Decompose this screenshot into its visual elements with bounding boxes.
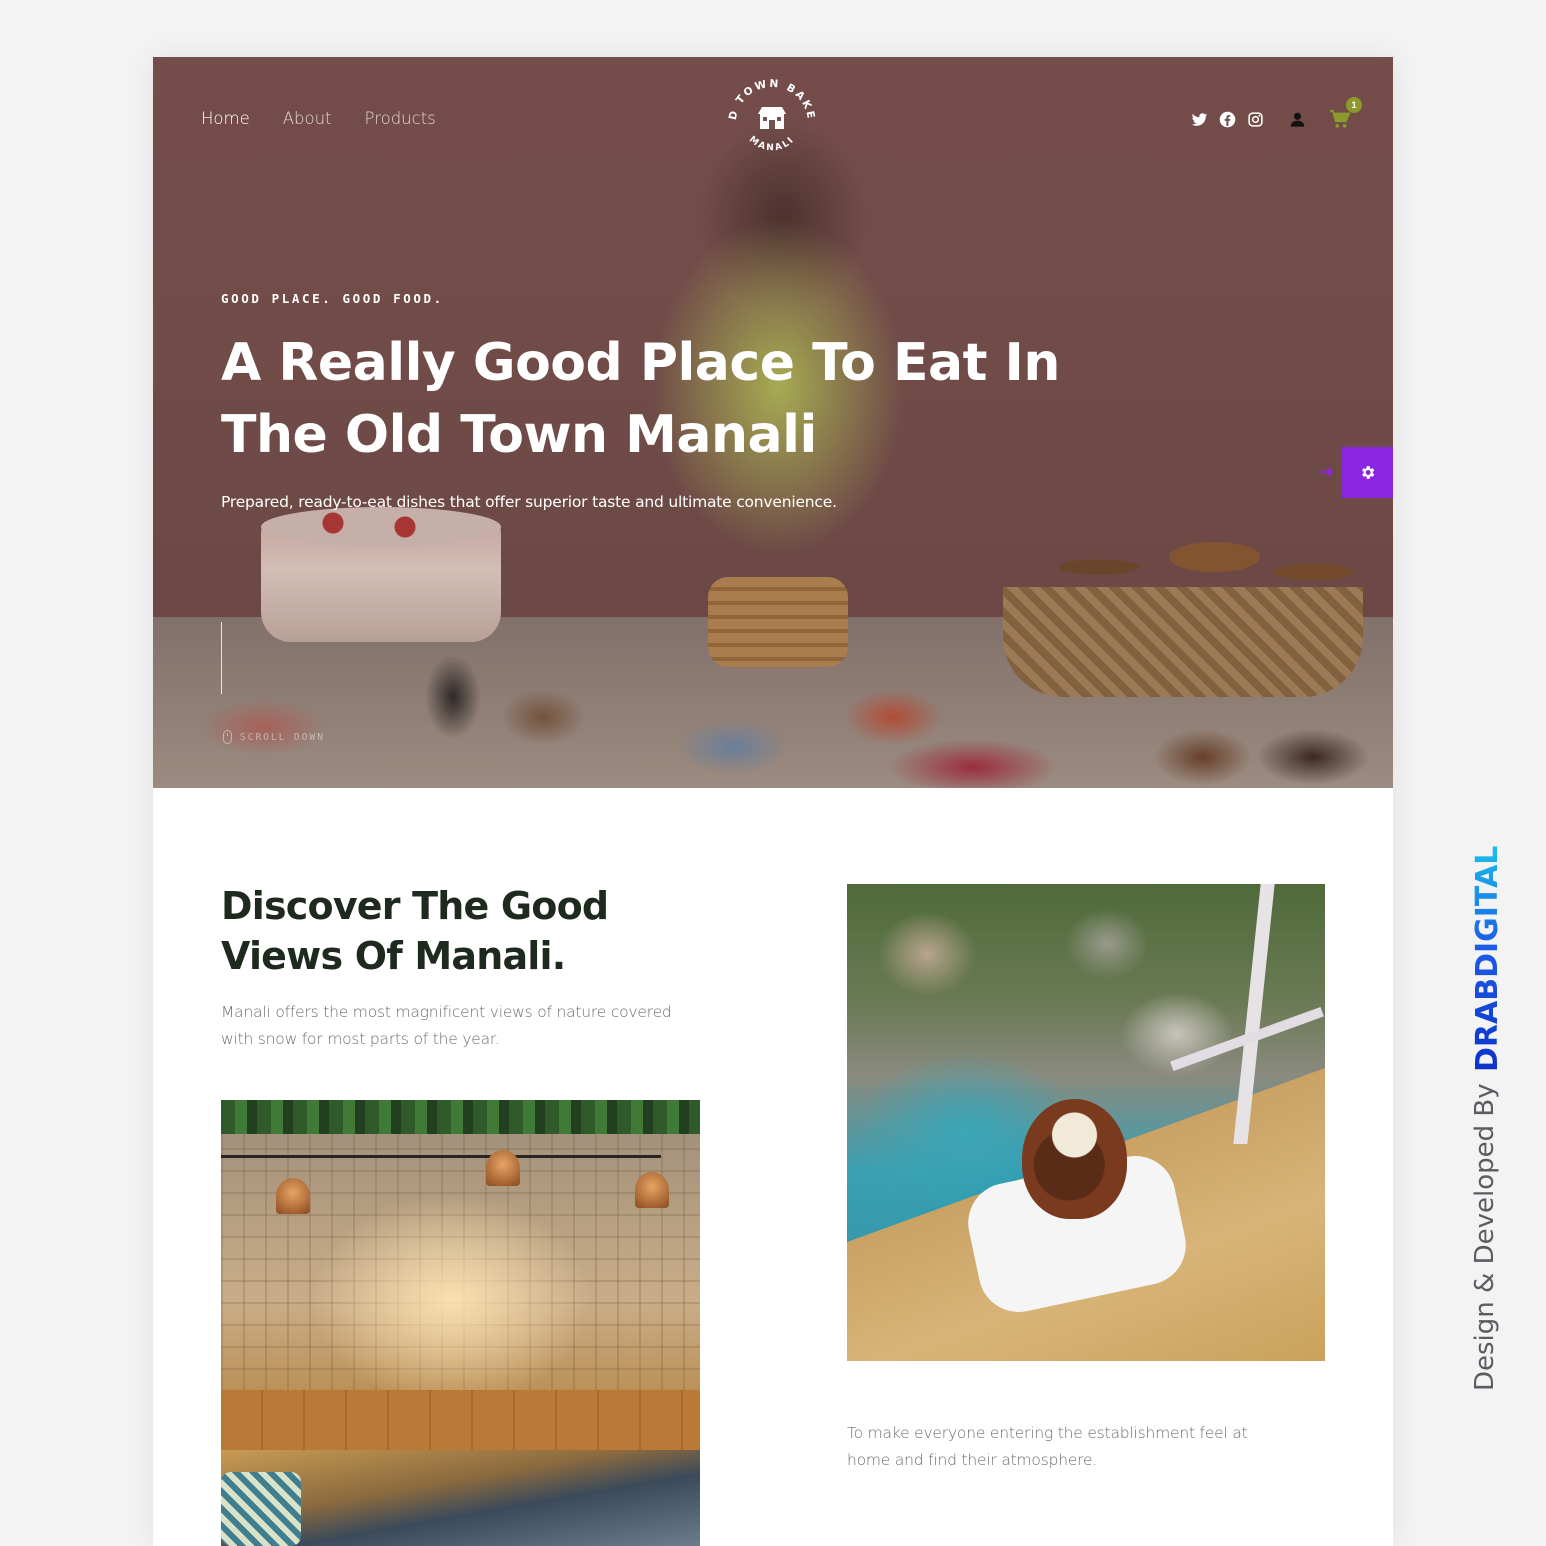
instagram-icon[interactable] (1247, 111, 1264, 128)
nav-about[interactable]: About (283, 109, 332, 128)
lamp-icon (486, 1150, 520, 1186)
railing (1233, 884, 1275, 1144)
credit-brand-text: DRABDIGITAL (1470, 845, 1505, 1072)
scroll-line (221, 622, 222, 694)
about-text-secondary: To make everyone entering the establishm… (847, 1424, 1248, 1469)
gear-icon (1362, 466, 1375, 479)
bakery-logo[interactable]: OLD TOWN BAKERY MANALI (716, 62, 822, 171)
credit-prefix: Design & Developed By (1470, 1083, 1506, 1393)
lamp-icon (635, 1172, 669, 1208)
credit-prefix-text: Design & Developed By (1470, 1083, 1500, 1391)
facebook-icon[interactable] (1219, 111, 1236, 128)
scroll-down-label: SCROLL DOWN (240, 731, 325, 743)
cart-icon (1330, 109, 1351, 128)
hero-section: Home About Products OLD TOWN BAKERY MANA… (153, 57, 1393, 788)
cart-count-badge: 1 (1346, 97, 1362, 113)
nav-products[interactable]: Products (365, 109, 436, 128)
arrow-right-icon[interactable] (1319, 464, 1335, 480)
hero-eyebrow: GOOD PLACE. GOOD FOOD. (221, 291, 444, 306)
page: Home About Products OLD TOWN BAKERY MANA… (153, 57, 1393, 1546)
logo-bottom-text: MANALI (747, 135, 795, 154)
shop-icon (758, 107, 786, 129)
lamp-bar (221, 1155, 661, 1158)
about-title: Discover The Good Views Of Manali. (221, 884, 609, 978)
scroll-down-link[interactable]: SCROLL DOWN (223, 730, 325, 744)
about-text: Manali offers the most magnificent views… (221, 1003, 672, 1048)
cart-button[interactable]: 1 (1329, 97, 1362, 131)
user-icon[interactable] (1289, 111, 1306, 128)
patterned-chair (221, 1472, 301, 1546)
main-nav: Home About Products (201, 109, 436, 128)
twitter-icon[interactable] (1191, 111, 1208, 128)
header-icons (1191, 111, 1306, 128)
hero-title: A Really Good Place To Eat In The Old To… (221, 333, 1060, 465)
sundae (1022, 1099, 1127, 1219)
nav-home[interactable]: Home (201, 109, 250, 128)
hero-subtitle: Prepared, ready-to-eat dishes that offer… (221, 493, 837, 511)
credit-brand: DRABDIGITAL (1470, 845, 1506, 1076)
lamp-icon (276, 1178, 310, 1214)
river-dessert-image (847, 884, 1325, 1361)
plants-decor (221, 1100, 700, 1134)
svg-text:MANALI: MANALI (747, 135, 797, 154)
settings-button[interactable] (1342, 447, 1393, 498)
restaurant-interior-image (221, 1100, 700, 1546)
mouse-icon (223, 730, 232, 744)
